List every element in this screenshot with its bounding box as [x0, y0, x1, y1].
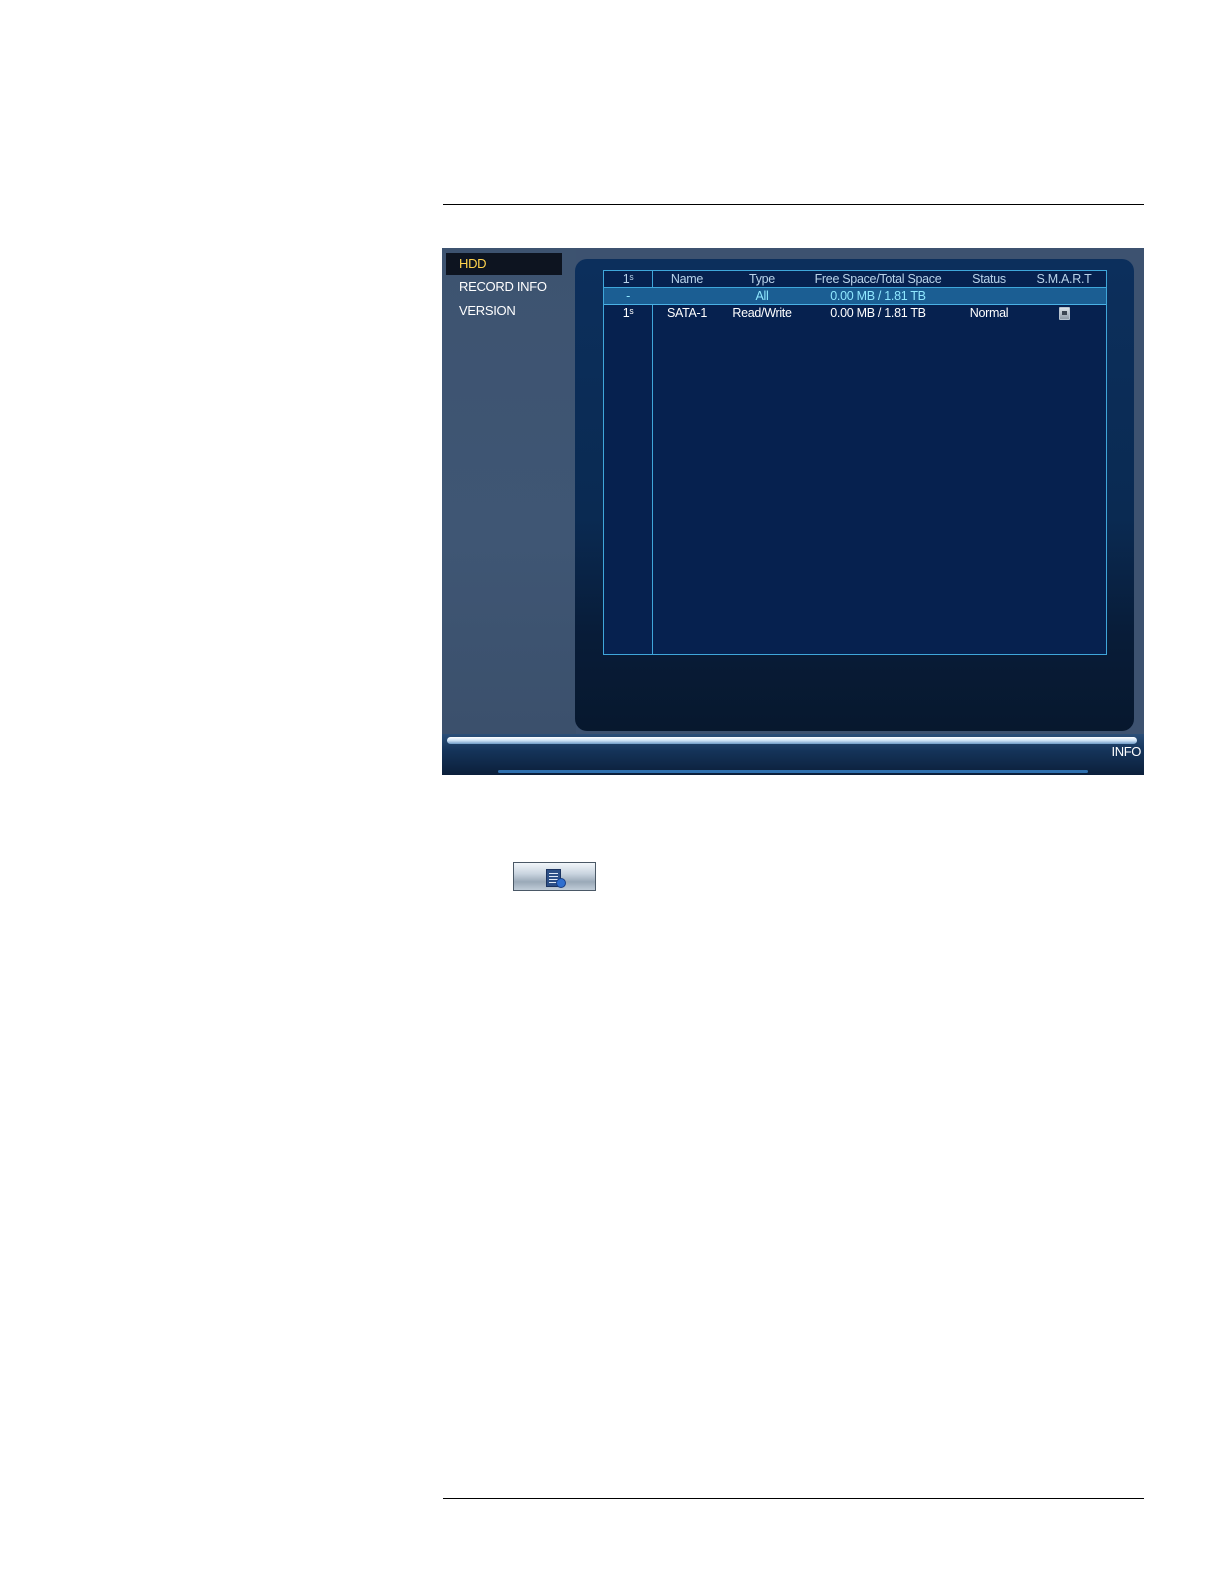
cell-number: 1ˢ [622, 306, 634, 320]
status-bar: INFO [442, 734, 1144, 775]
footer-rule [443, 1498, 1144, 1499]
smart-icon[interactable] [1058, 307, 1070, 320]
sidebar-item-record-info[interactable]: RECORD INFO [446, 276, 562, 298]
sidebar-item-version[interactable]: VERSION [446, 300, 562, 322]
status-bottom-line [498, 770, 1088, 773]
cell-space: 0.00 MB / 1.81 TB [830, 306, 926, 320]
cell-type: All [755, 289, 769, 303]
hdd-table: 1ˢ Name Type Free Space/Total Space Stat… [603, 270, 1107, 655]
header-type: Type [749, 272, 775, 286]
status-glow-bar [447, 737, 1137, 744]
table-header: 1ˢ Name Type Free Space/Total Space Stat… [604, 271, 1106, 288]
status-label: INFO [1111, 744, 1142, 759]
sidebar: HDD RECORD INFO VERSION [442, 248, 576, 734]
table-row[interactable]: 1ˢ SATA-1 Read/Write 0.00 MB / 1.81 TB N… [604, 305, 1106, 321]
gear-icon [556, 878, 566, 888]
header-name: Name [670, 272, 704, 286]
sidebar-item-hdd[interactable]: HDD [446, 253, 562, 275]
header-number: 1ˢ [622, 272, 634, 286]
cell-name: SATA-1 [666, 306, 708, 320]
table-row-all[interactable]: - All 0.00 MB / 1.81 TB [604, 288, 1106, 305]
cell-smart [1022, 305, 1106, 321]
header-rule [443, 204, 1144, 205]
column-divider [652, 271, 653, 654]
cell-status [956, 288, 1022, 304]
header-status: Status [972, 272, 1006, 286]
cell-space: 0.00 MB / 1.81 TB [830, 289, 926, 303]
cell-status: Normal [969, 306, 1009, 320]
cell-type: Read/Write [732, 306, 792, 320]
hdd-panel: 1ˢ Name Type Free Space/Total Space Stat… [575, 259, 1134, 731]
header-space: Free Space/Total Space [814, 272, 942, 286]
cell-number: - [626, 289, 630, 303]
dvr-info-window: HDD RECORD INFO VERSION 1ˢ Name Type Fre… [442, 248, 1144, 775]
document-gear-button[interactable] [513, 862, 596, 891]
header-smart: S.M.A.R.T [1036, 272, 1092, 286]
cell-name [654, 288, 720, 304]
